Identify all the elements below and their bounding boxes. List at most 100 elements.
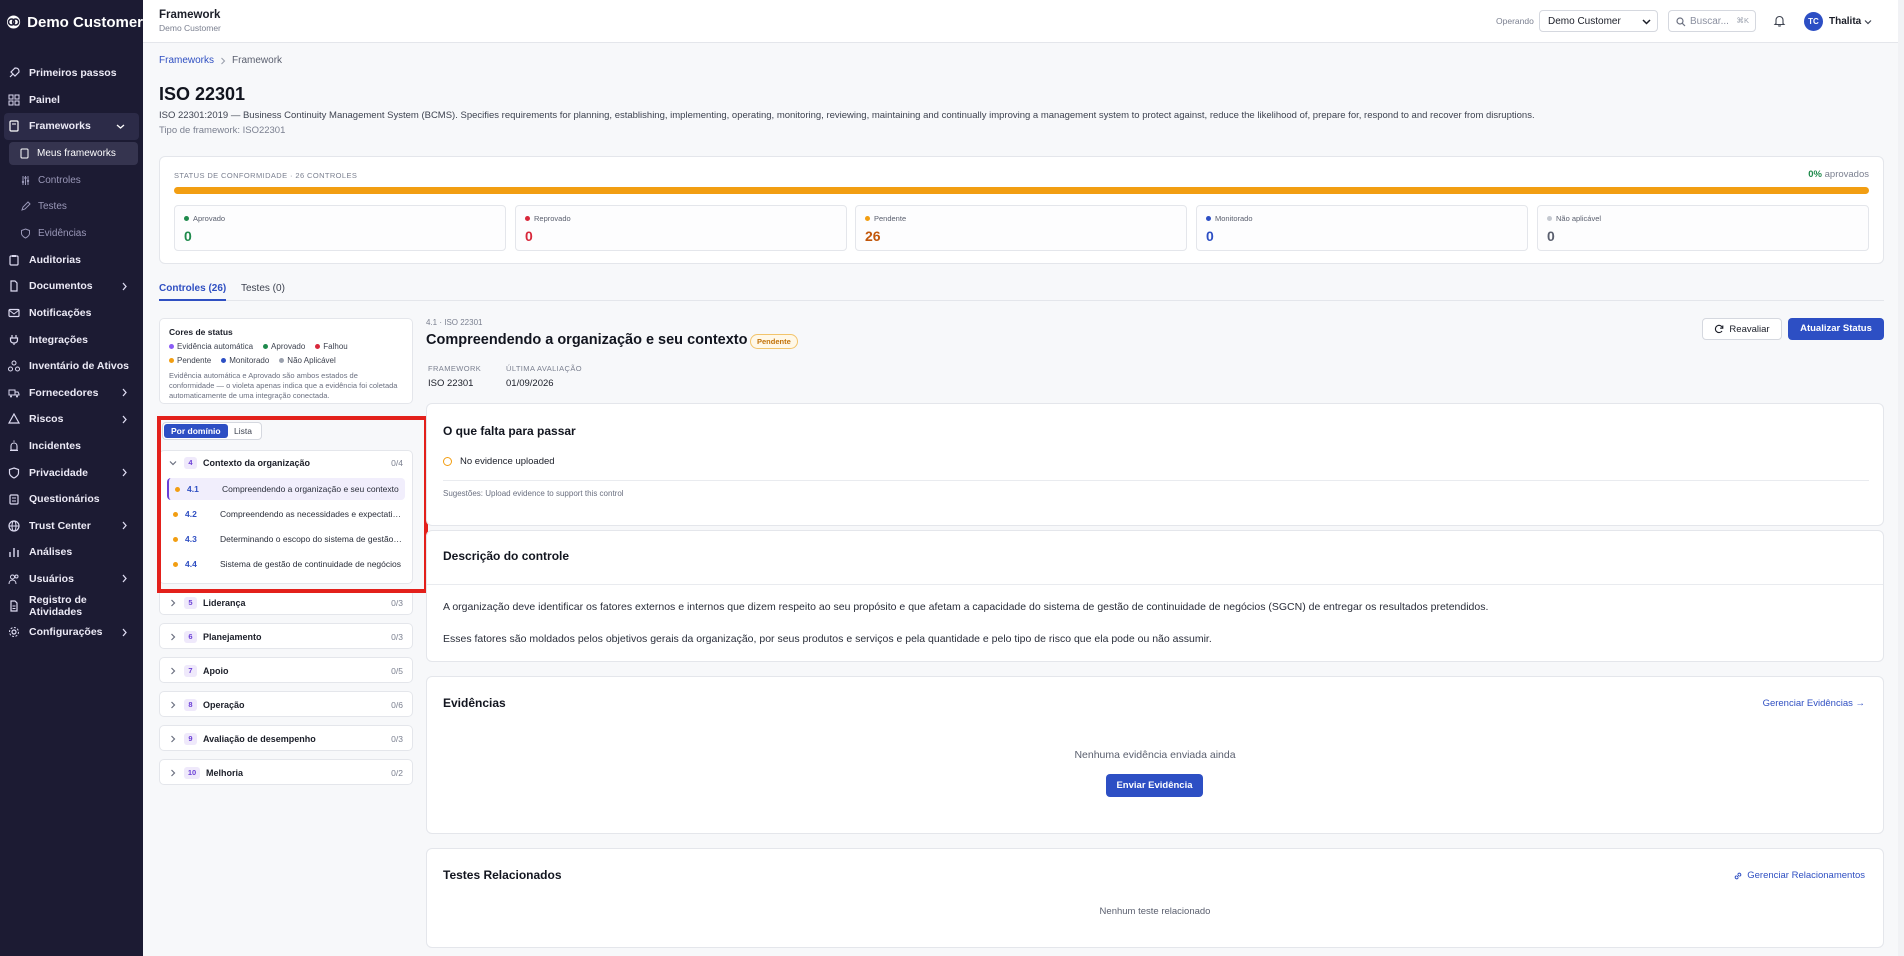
- domain-group-5[interactable]: 5 Liderança 0/3: [159, 589, 413, 615]
- reevaluate-button[interactable]: Reavaliar: [1702, 318, 1782, 340]
- sidebar-item-frameworks[interactable]: Frameworks: [4, 113, 139, 140]
- stat-value: 0: [525, 228, 533, 244]
- domain-name: Apoio: [203, 666, 229, 676]
- domain-number: 4: [184, 457, 197, 469]
- stat-label: Monitorado: [1215, 214, 1253, 223]
- sidebar-item-label: Questionários: [29, 493, 100, 506]
- topbar-title: Framework: [159, 9, 221, 21]
- chevron-down-icon[interactable]: [1864, 18, 1872, 26]
- stat-value: 26: [865, 228, 881, 244]
- approved-pct-label: aprovados: [1824, 169, 1869, 180]
- domain-count: 0/3: [391, 632, 403, 642]
- sidebar-subitem-testes[interactable]: Testes: [0, 193, 143, 220]
- page-title: ISO 22301: [159, 84, 246, 104]
- clipboard-list-icon: [9, 494, 19, 505]
- sidebar-item-riscos[interactable]: Riscos: [0, 406, 143, 433]
- send-evidence-button[interactable]: Enviar Evidência: [1106, 774, 1203, 797]
- sidebar-item-fornecedores[interactable]: Fornecedores: [0, 380, 143, 407]
- topbar: Framework Demo Customer Operando Demo Cu…: [143, 0, 1904, 43]
- control-name: Compreendendo as necessidades e expectat…: [220, 509, 402, 519]
- manage-evidence-link[interactable]: Gerenciar Evidências →: [1763, 698, 1865, 709]
- legend-item: Pendente: [169, 356, 211, 365]
- sidebar-item-usuarios[interactable]: Usuários: [0, 566, 143, 593]
- bell-icon[interactable]: [1773, 14, 1786, 27]
- shield-outline-icon: [21, 228, 30, 239]
- scrollbar[interactable]: [1898, 0, 1904, 956]
- sidebar-item-label: Primeiros passos: [29, 67, 117, 80]
- tab-testes[interactable]: Testes (0): [241, 283, 285, 301]
- refresh-icon: [1715, 324, 1724, 334]
- user-name[interactable]: Thalita: [1829, 16, 1861, 27]
- view-by-domain-button[interactable]: Por domínio: [164, 424, 228, 438]
- control-name: Determinando o escopo do sistema de gest…: [220, 534, 402, 544]
- sidebar-item-incidentes[interactable]: Incidentes: [0, 433, 143, 460]
- sidebar-item-label: Documentos: [29, 280, 93, 293]
- sidebar-item-auditorias[interactable]: Auditorias: [0, 247, 143, 274]
- control-item-4-1[interactable]: 4.1 Compreendendo a organização e seu co…: [167, 478, 405, 500]
- sidebar-item-registro-de-atividades[interactable]: Registro de Atividades: [0, 592, 143, 619]
- search-input[interactable]: Buscar... ⌘K: [1668, 10, 1756, 32]
- chevron-right-icon: [221, 57, 226, 64]
- sidebar-item-primeiros-passos[interactable]: Primeiros passos: [0, 60, 143, 87]
- empty-evidence-message: Nenhuma evidência enviada ainda: [1074, 749, 1236, 761]
- domain-group-8[interactable]: 8 Operação 0/6: [159, 691, 413, 717]
- sidebar-subitem-meus-frameworks[interactable]: Meus frameworks: [9, 141, 138, 165]
- sidebar-item-documentos[interactable]: Documentos: [0, 273, 143, 300]
- domain-group-6[interactable]: 6 Planejamento 0/3: [159, 623, 413, 649]
- plug-icon: [9, 334, 19, 345]
- control-code: 4.4: [185, 559, 197, 569]
- update-status-button[interactable]: Atualizar Status: [1788, 318, 1884, 340]
- sidebar-item-label: Análises: [29, 546, 73, 559]
- approved-percentage: 0% aprovados: [1808, 169, 1869, 180]
- control-item-4-2[interactable]: 4.2 Compreendendo as necessidades e expe…: [167, 503, 405, 525]
- sidebar-subitem-evidencias[interactable]: Evidências: [0, 220, 143, 247]
- sidebar-item-integracoes[interactable]: Integrações: [0, 326, 143, 353]
- domain-count: 0/2: [391, 768, 403, 778]
- framework-meta-label: FRAMEWORK: [428, 364, 482, 373]
- stat-value: 0: [1547, 228, 1555, 244]
- reevaluate-label: Reavaliar: [1729, 323, 1770, 335]
- status-dot: [1547, 216, 1552, 221]
- breadcrumb: Frameworks Framework: [159, 55, 282, 66]
- sidebar-item-configuracoes[interactable]: Configurações: [0, 619, 143, 646]
- sidebar-item-privacidade[interactable]: Privacidade: [0, 459, 143, 486]
- rocket-icon: [9, 67, 20, 78]
- manage-relationships-link[interactable]: Gerenciar Relacionamentos: [1733, 870, 1865, 881]
- breadcrumb-link-frameworks[interactable]: Frameworks: [159, 55, 214, 66]
- domain-group-10[interactable]: 10 Melhoria 0/2: [159, 759, 413, 785]
- status-dot: [1206, 216, 1211, 221]
- sidebar-item-label: Privacidade: [29, 466, 88, 479]
- chevron-down-icon: [1642, 19, 1651, 25]
- compliance-progress-bar: [174, 187, 1869, 194]
- domain-group-7[interactable]: 7 Apoio 0/5: [159, 657, 413, 683]
- divider: [427, 584, 1883, 585]
- domain-name: Operação: [203, 700, 245, 710]
- sidebar-item-label: Inventário de Ativos: [29, 360, 129, 373]
- sidebar-item-analises[interactable]: Análises: [0, 539, 143, 566]
- brand-name: Demo Customer: [27, 13, 143, 31]
- tenant-select-value: Demo Customer: [1548, 16, 1621, 27]
- view-list-button[interactable]: Lista: [227, 424, 259, 438]
- sidebar-item-painel[interactable]: Painel: [0, 87, 143, 114]
- avatar[interactable]: TC: [1804, 12, 1823, 31]
- tab-controles[interactable]: Controles (26): [159, 283, 227, 301]
- brand[interactable]: Demo Customer: [0, 0, 143, 44]
- sidebar-item-questionarios[interactable]: Questionários: [0, 486, 143, 513]
- sidebar-item-trust-center[interactable]: Trust Center: [0, 513, 143, 540]
- domain-group-9[interactable]: 9 Avaliação de desempenho 0/3: [159, 725, 413, 751]
- status-dot: [184, 216, 189, 221]
- view-toggle: Por domínio Lista: [162, 422, 262, 440]
- sidebar-item-inventario-de-ativos[interactable]: Inventário de Ativos: [0, 353, 143, 380]
- compliance-status-card: STATUS DE CONFORMIDADE · 26 CONTROLES 0%…: [159, 156, 1884, 264]
- sidebar-item-notificacoes[interactable]: Notificações: [0, 300, 143, 327]
- sidebar-subitem-label: Controles: [38, 174, 81, 186]
- sidebar-subitem-controles[interactable]: Controles: [0, 167, 143, 194]
- status-legend: Cores de status Evidência automática Apr…: [159, 318, 413, 404]
- stat-pending: Pendente 26: [855, 205, 1187, 251]
- control-item-4-4[interactable]: 4.4 Sistema de gestão de continuidade de…: [167, 553, 405, 575]
- tenant-select[interactable]: Demo Customer: [1539, 10, 1658, 32]
- domain-header[interactable]: 4 Contexto da organização 0/4: [160, 451, 412, 475]
- control-item-4-3[interactable]: 4.3 Determinando o escopo do sistema de …: [167, 528, 405, 550]
- pencil-icon: [21, 201, 31, 211]
- sidebar-item-label: Usuários: [29, 572, 74, 585]
